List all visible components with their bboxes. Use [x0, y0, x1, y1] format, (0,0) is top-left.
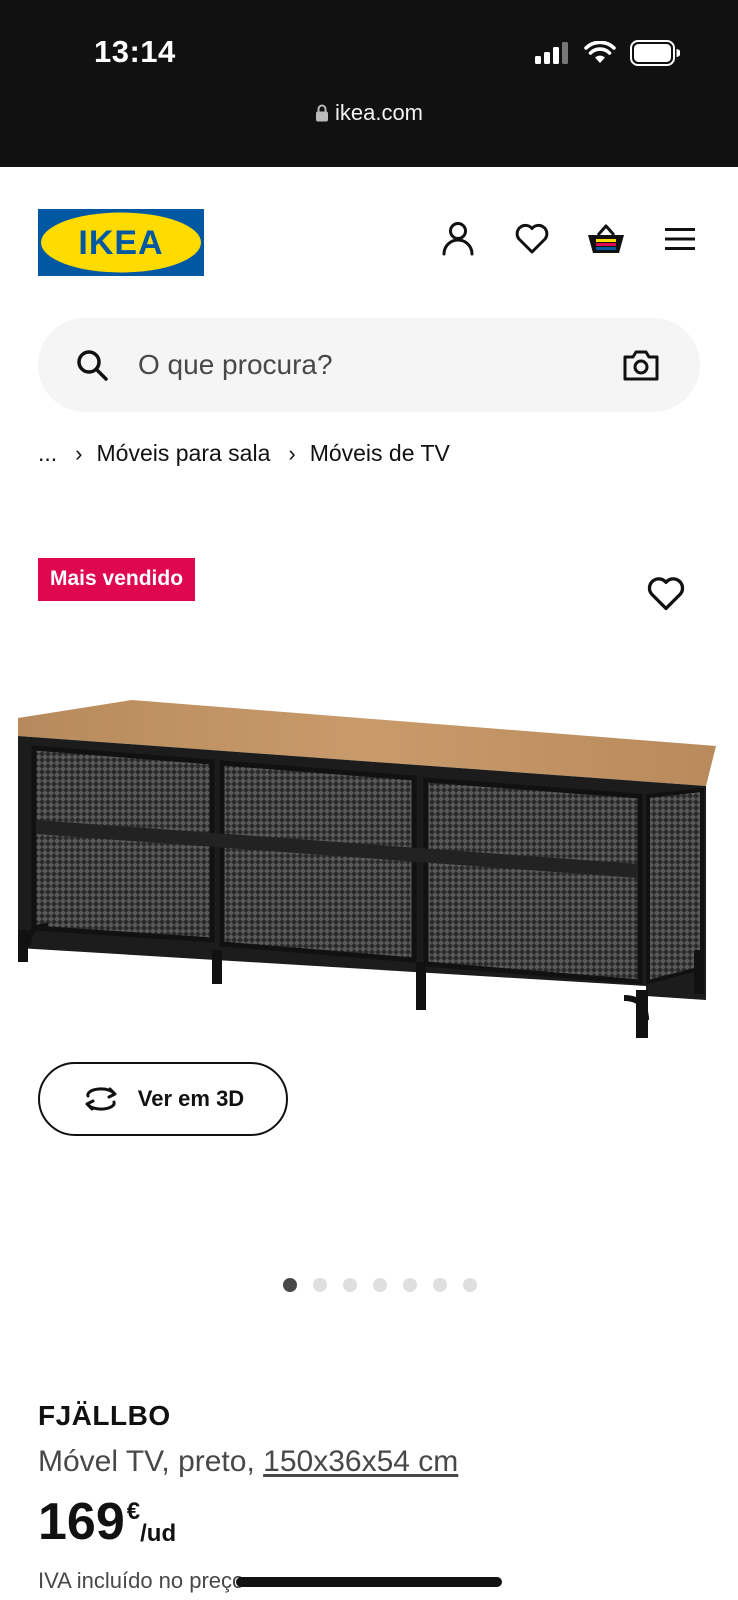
product-price: 169 € /ud — [38, 1496, 176, 1548]
main-menu-button[interactable] — [660, 219, 700, 259]
product-name: FJÄLLBO — [38, 1400, 171, 1431]
lock-icon — [315, 104, 328, 122]
heart-icon — [647, 577, 685, 611]
carousel-dot[interactable] — [373, 1278, 387, 1292]
search-bar — [38, 318, 700, 412]
breadcrumb-ellipsis[interactable]: ... — [38, 440, 57, 467]
site-header: IKEA — [0, 167, 738, 307]
carousel-dot[interactable] — [463, 1278, 477, 1292]
battery-icon — [630, 40, 680, 66]
carousel-dot[interactable] — [343, 1278, 357, 1292]
menu-icon — [665, 228, 695, 250]
basket-icon — [588, 224, 624, 253]
system-icons — [534, 40, 680, 66]
carousel-dot[interactable] — [403, 1278, 417, 1292]
breadcrumb-tv-furniture[interactable]: Móveis de TV — [310, 440, 450, 467]
home-indicator[interactable] — [236, 1577, 502, 1587]
bestseller-badge: Mais vendido — [38, 558, 196, 601]
view-3d-button[interactable]: Ver em 3D — [38, 1062, 288, 1136]
signal-icon — [535, 42, 568, 64]
wishlist-button[interactable] — [512, 219, 552, 259]
carousel-dot[interactable] — [283, 1278, 297, 1292]
user-icon — [442, 222, 474, 256]
carousel-dot[interactable] — [313, 1278, 327, 1292]
chevron-right-icon: › — [75, 440, 83, 466]
url-bar[interactable]: ikea.com — [0, 100, 738, 126]
view-3d-label: Ver em 3D — [137, 1086, 245, 1111]
header-actions — [438, 219, 700, 259]
cart-button[interactable] — [586, 219, 626, 259]
price-amount: 169 — [38, 1493, 125, 1551]
account-button[interactable] — [438, 219, 478, 259]
carousel-indicator — [0, 1278, 738, 1292]
vat-note: IVA incluído no preço — [38, 1568, 245, 1593]
chevron-right-icon: › — [288, 440, 296, 466]
search-input[interactable] — [138, 349, 598, 381]
ikea-logo[interactable]: IKEA — [38, 209, 204, 276]
price-unit: /ud — [140, 1520, 177, 1547]
wifi-icon — [584, 41, 616, 63]
product-type: Móvel TV, preto, — [38, 1445, 255, 1478]
carousel-dot[interactable] — [433, 1278, 447, 1292]
status-time: 13:14 — [94, 34, 176, 69]
status-bar: 13:14 ikea.com — [0, 0, 738, 167]
rotate-3d-icon — [85, 1087, 117, 1111]
price-currency: € — [126, 1498, 141, 1525]
breadcrumb-living-room[interactable]: Móveis para sala — [97, 440, 271, 467]
product-dimensions-link[interactable]: 150x36x54 cm — [263, 1445, 458, 1478]
url-text: ikea.com — [334, 100, 424, 125]
product-favorite-button[interactable] — [646, 576, 686, 616]
camera-icon[interactable] — [622, 346, 660, 384]
heart-icon — [515, 223, 549, 254]
breadcrumb: ... › Móveis para sala › Móveis de TV — [38, 440, 450, 467]
product-image[interactable] — [12, 700, 726, 1070]
product-description: Móvel TV, preto, 150x36x54 cm — [38, 1445, 458, 1479]
search-icon[interactable] — [74, 347, 110, 383]
logo-text: IKEA — [78, 224, 163, 262]
